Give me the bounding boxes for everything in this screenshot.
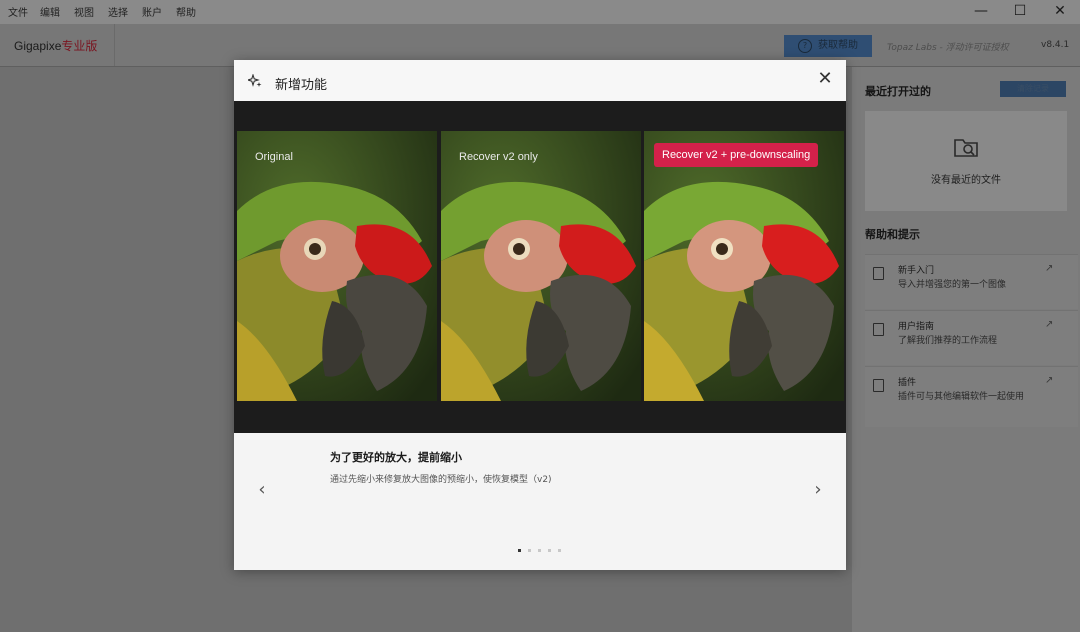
previous-slide-button[interactable]: ‹ bbox=[254, 478, 270, 502]
recent-title: 最近打开过的 bbox=[865, 85, 931, 98]
whats-new-dialog: 新增功能 ✕ Original Recover v2 only Recover … bbox=[234, 60, 846, 570]
menu-edit[interactable]: 编辑 bbox=[40, 4, 60, 19]
external-link-icon: ↗ bbox=[1045, 263, 1054, 274]
next-slide-button[interactable]: › bbox=[810, 478, 826, 502]
header-divider bbox=[114, 24, 115, 66]
help-item-subtitle: 导入并增强您的第一个图像 bbox=[898, 280, 1007, 290]
slide-dot[interactable] bbox=[558, 549, 561, 552]
comparison-panel-original: Original bbox=[237, 131, 437, 401]
comparison-panel-recover-v2: Recover v2 only bbox=[441, 131, 641, 401]
clear-recent-button[interactable]: 清除记录 bbox=[1000, 81, 1066, 97]
slide-caption: 为了更好的放大，提前缩小 通过先缩小来修复放大图像的预缩小，使恢复模型（v2) bbox=[330, 449, 552, 485]
version-text: v8.4.1 bbox=[1041, 40, 1070, 50]
help-item-getting-started[interactable]: 新手入门 导入并增强您的第一个图像 ↗ bbox=[865, 254, 1078, 309]
parrot-image bbox=[644, 131, 844, 401]
help-circle-icon: ? bbox=[798, 39, 812, 53]
help-item-title: 新手入门 bbox=[898, 266, 935, 276]
menu-file[interactable]: 文件 bbox=[8, 4, 28, 19]
get-help-label: 获取帮助 bbox=[818, 40, 858, 51]
external-link-icon: ↗ bbox=[1045, 375, 1054, 386]
app-logo: Gigapixe专业版 bbox=[14, 37, 97, 54]
dialog-header: 新增功能 ✕ bbox=[234, 60, 846, 101]
panel-label-recover-v2: Recover v2 only bbox=[459, 151, 538, 163]
help-item-user-guide[interactable]: 用户指南 了解我们推荐的工作流程 ↗ bbox=[865, 310, 1078, 365]
document-icon bbox=[873, 379, 884, 392]
menu-view[interactable]: 视图 bbox=[74, 4, 94, 19]
sparkle-icon bbox=[248, 74, 262, 87]
close-window-button[interactable]: ✕ bbox=[1050, 2, 1070, 20]
slide-dot[interactable] bbox=[528, 549, 531, 552]
comparison-panel-recover-v2-downscaling: Recover v2 + pre-downscaling bbox=[644, 131, 844, 401]
panel-label-recover-v2-downscaling: Recover v2 + pre-downscaling bbox=[654, 143, 819, 167]
external-link-icon: ↗ bbox=[1045, 319, 1054, 330]
help-item-subtitle: 了解我们推荐的工作流程 bbox=[898, 336, 998, 346]
get-help-button[interactable]: ? 获取帮助 bbox=[784, 35, 872, 57]
brand-pro-label: 专业版 bbox=[61, 39, 98, 53]
parrot-image bbox=[441, 131, 641, 401]
slide-pagination bbox=[518, 549, 568, 553]
parrot-image bbox=[237, 131, 437, 401]
panel-label-original: Original bbox=[255, 151, 293, 163]
comparison-stage: Original Recover v2 only Recover v2 + pr… bbox=[234, 101, 846, 433]
help-section-title: 帮助和提示 bbox=[865, 228, 920, 241]
help-item-title: 用户指南 bbox=[898, 322, 935, 332]
menu-account[interactable]: 账户 bbox=[142, 4, 162, 19]
slide-dot[interactable] bbox=[548, 549, 551, 552]
document-icon bbox=[873, 267, 884, 280]
document-icon bbox=[873, 323, 884, 336]
empty-recent-text: 没有最近的文件 bbox=[931, 175, 1001, 186]
license-text: Topaz Labs - 浮动许可证授权 bbox=[887, 43, 1009, 53]
slide-dot[interactable] bbox=[518, 549, 521, 552]
help-item-subtitle: 插件可与其他编辑软件一起使用 bbox=[898, 392, 1025, 402]
help-item-plugins[interactable]: 插件 插件可与其他编辑软件一起使用 ↗ bbox=[865, 366, 1078, 427]
maximize-button[interactable]: ☐ bbox=[1010, 2, 1030, 20]
recent-files-empty: 没有最近的文件 bbox=[865, 111, 1067, 211]
close-dialog-button[interactable]: ✕ bbox=[817, 70, 833, 88]
slide-dot[interactable] bbox=[538, 549, 541, 552]
menu-bar: 文件 编辑 视图 选择 账户 帮助 — ☐ ✕ bbox=[0, 0, 1080, 24]
slide-description: 通过先缩小来修复放大图像的预缩小，使恢复模型（v2) bbox=[330, 475, 552, 485]
slide-heading: 为了更好的放大，提前缩小 bbox=[330, 451, 462, 464]
dialog-title: 新增功能 bbox=[275, 78, 328, 93]
menu-help[interactable]: 帮助 bbox=[176, 4, 196, 19]
menu-select[interactable]: 选择 bbox=[108, 4, 128, 19]
right-sidebar: 最近打开过的 清除记录 没有最近的文件 帮助和提示 新手入门 导入并增强您的第一… bbox=[852, 67, 1080, 632]
minimize-button[interactable]: — bbox=[971, 2, 991, 20]
brand-name: Gigapixe bbox=[14, 39, 62, 53]
folder-search-icon bbox=[954, 139, 978, 157]
help-item-title: 插件 bbox=[898, 378, 917, 388]
